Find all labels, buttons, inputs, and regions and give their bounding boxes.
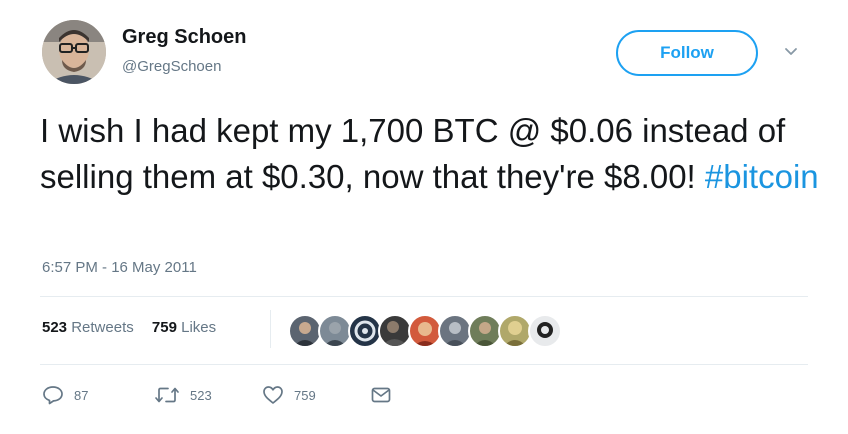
retweet-icon	[154, 385, 180, 405]
like-button[interactable]: 759	[262, 380, 316, 410]
tweet-card: Greg Schoen @GregSchoen Follow I wish I …	[0, 0, 848, 434]
retweet-count: 523	[190, 387, 212, 403]
divider	[40, 364, 808, 365]
liker-avatar[interactable]	[528, 314, 562, 348]
tweet-stats: 523 Retweets 759 Likes	[42, 319, 216, 336]
envelope-icon	[370, 385, 392, 405]
reply-icon	[42, 385, 64, 405]
avatar[interactable]	[42, 20, 106, 84]
likes-count[interactable]: 759	[152, 319, 177, 336]
liker-avatar[interactable]	[498, 314, 532, 348]
heart-icon	[262, 385, 284, 405]
liker-avatar[interactable]	[468, 314, 502, 348]
retweets-count[interactable]: 523	[42, 319, 67, 336]
message-button[interactable]	[370, 380, 392, 410]
reply-count: 87	[74, 387, 89, 403]
liker-avatar[interactable]	[318, 314, 352, 348]
chevron-down-icon[interactable]	[782, 42, 800, 60]
reply-button[interactable]: 87	[42, 380, 88, 410]
hashtag-link[interactable]: #bitcoin	[705, 158, 819, 195]
retweet-button[interactable]: 523	[154, 380, 212, 410]
stats-separator	[270, 310, 271, 348]
likes-label[interactable]: Likes	[181, 319, 216, 336]
liker-avatar[interactable]	[378, 314, 412, 348]
user-handle[interactable]: @GregSchoen	[122, 58, 221, 75]
tweet-timestamp[interactable]: 6:57 PM - 16 May 2011	[42, 259, 197, 276]
liker-avatar[interactable]	[288, 314, 322, 348]
tweet-text: I wish I had kept my 1,700 BTC @ $0.06 i…	[40, 108, 820, 200]
liker-avatar[interactable]	[348, 314, 382, 348]
like-count: 759	[294, 387, 316, 403]
divider	[40, 296, 808, 297]
liker-avatar[interactable]	[438, 314, 472, 348]
liker-avatar[interactable]	[408, 314, 442, 348]
retweets-label[interactable]: Retweets	[71, 319, 134, 336]
avatar-image	[42, 20, 106, 84]
display-name[interactable]: Greg Schoen	[122, 26, 246, 49]
follow-button[interactable]: Follow	[616, 30, 758, 76]
tweet-body: I wish I had kept my 1,700 BTC @ $0.06 i…	[40, 112, 786, 195]
